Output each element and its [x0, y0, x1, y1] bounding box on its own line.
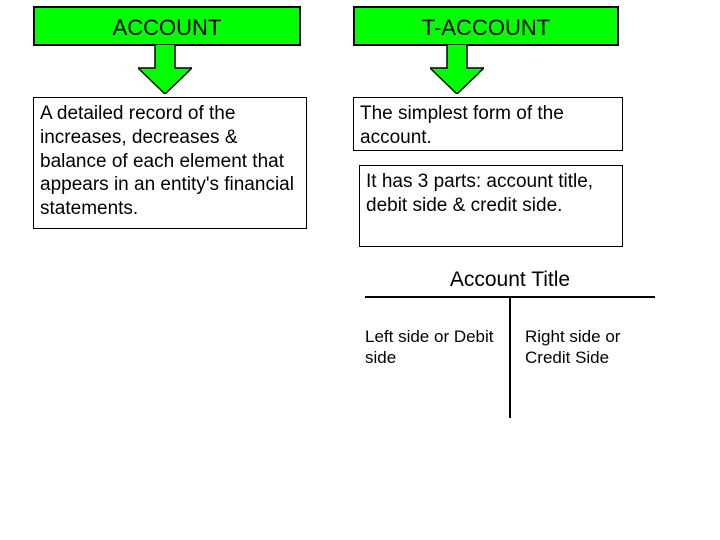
account-description: A detailed record of the increases, decr…: [33, 97, 307, 229]
t-account-horizontal-line: Left side or Debit side Right side or Cr…: [365, 296, 655, 298]
t-account-description-2: It has 3 parts: account title, debit sid…: [359, 165, 623, 247]
t-account-title: Account Title: [365, 268, 655, 296]
header-t-account: T-ACCOUNT: [353, 6, 619, 46]
header-account: ACCOUNT: [33, 6, 301, 46]
t-account-diagram: Account Title Left side or Debit side Ri…: [365, 268, 655, 298]
t-account-left-label: Left side or Debit side: [365, 326, 495, 369]
arrow-down-icon: [138, 44, 192, 94]
t-account-description-1: The simplest form of the account.: [353, 97, 623, 151]
t-account-right-label: Right side or Credit Side: [525, 326, 655, 369]
arrow-down-icon: [430, 44, 484, 94]
t-account-vertical-line: [509, 298, 511, 418]
